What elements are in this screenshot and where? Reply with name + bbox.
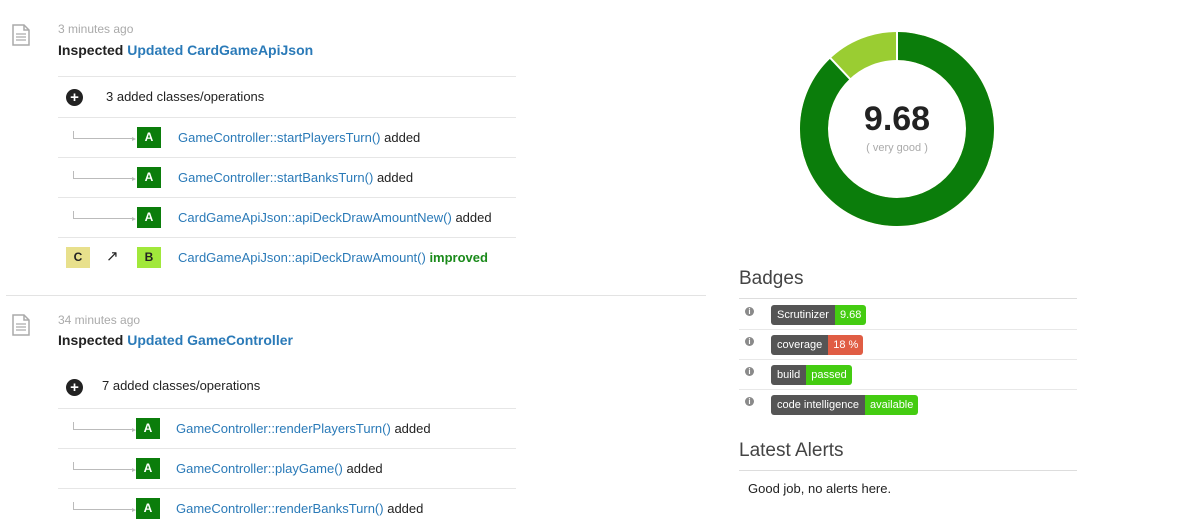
grade-badge: A (136, 458, 160, 479)
inspected-label: Inspected (58, 332, 124, 348)
timestamp: 34 minutes ago (58, 313, 141, 327)
badge-value: available (864, 395, 919, 415)
operation-link[interactable]: GameController::startBanksTurn() (178, 170, 373, 185)
build-badge[interactable]: build passed (771, 365, 852, 385)
operation-change: added (387, 501, 424, 516)
operation-text: CardGameApiJson::apiDeckDrawAmountNew() … (178, 210, 492, 225)
score-rating: ( very good ) (866, 142, 928, 154)
operation-row: A GameController::renderPlayersTurn() ad… (58, 408, 516, 448)
info-icon[interactable]: i (745, 337, 754, 346)
alerts-message: Good job, no alerts here. (748, 481, 892, 496)
operation-change: added (376, 170, 414, 185)
info-icon[interactable]: i (745, 397, 754, 406)
document-icon (12, 24, 30, 46)
operation-link[interactable]: CardGameApiJson::apiDeckDrawAmount() (178, 250, 426, 265)
grade-badge: B (137, 247, 161, 268)
inspection-link[interactable]: Updated GameController (127, 332, 293, 348)
operation-text: CardGameApiJson::apiDeckDrawAmount() imp… (178, 250, 488, 265)
badge-label: coverage (771, 335, 829, 355)
operation-text: GameController::startBanksTurn() added (178, 170, 413, 185)
badge-value: passed (806, 365, 852, 385)
operations-summary-row[interactable]: + 7 added classes/operations (58, 368, 516, 408)
operation-change: added (384, 130, 421, 145)
plus-circle-icon[interactable]: + (66, 89, 83, 106)
badge-row: i Scrutinizer 9.68 (739, 299, 1077, 330)
badge-row: i build passed (739, 359, 1077, 390)
operation-text: GameController::playGame() added (176, 461, 383, 476)
tree-branch-icon (73, 502, 136, 512)
grade-badge: A (137, 127, 161, 148)
badge-label: code intelligence (771, 395, 865, 415)
info-icon[interactable]: i (745, 367, 754, 376)
operations-list: + 3 added classes/operations A GameContr… (58, 76, 516, 277)
previous-grade-badge: C (66, 247, 90, 268)
grade-badge: A (136, 418, 160, 439)
inspection-headline: Inspected Updated CardGameApiJson (58, 42, 313, 58)
inspection-link[interactable]: Updated CardGameApiJson (127, 42, 313, 58)
operations-summary-row[interactable]: + 3 added classes/operations (58, 76, 516, 117)
score-value: 9.68 (863, 100, 931, 138)
operation-row: A GameController::playGame() added (58, 448, 516, 488)
operation-text: GameController::renderBanksTurn() added (176, 501, 423, 516)
badge-value: 18 % (828, 335, 864, 355)
grade-badge: A (137, 207, 161, 228)
operation-link[interactable]: GameController::renderPlayersTurn() (176, 421, 391, 436)
badge-label: Scrutinizer (771, 305, 835, 325)
timestamp: 3 minutes ago (58, 22, 134, 36)
badges-title: Badges (739, 268, 804, 289)
tree-branch-icon (73, 131, 136, 141)
operation-row: C ↗ B CardGameApiJson::apiDeckDrawAmount… (58, 237, 516, 277)
operation-change: added (346, 461, 383, 476)
badge-label: build (771, 365, 807, 385)
plus-circle-icon[interactable]: + (66, 379, 83, 396)
tree-branch-icon (73, 462, 136, 472)
operation-change: added (455, 210, 492, 225)
operations-summary: 7 added classes/operations (102, 378, 261, 393)
scrutinizer-badge[interactable]: Scrutinizer 9.68 (771, 305, 867, 325)
tree-branch-icon (73, 171, 136, 181)
operation-text: GameController::startPlayersTurn() added (178, 130, 420, 145)
badge-value: 9.68 (834, 305, 867, 325)
operation-link[interactable]: CardGameApiJson::apiDeckDrawAmountNew() (178, 210, 452, 225)
badge-row: i coverage 18 % (739, 329, 1077, 360)
operation-row: A CardGameApiJson::apiDeckDrawAmountNew(… (58, 197, 516, 237)
arrow-up-right-icon: ↗ (106, 248, 119, 265)
operation-change: added (394, 421, 431, 436)
coverage-badge[interactable]: coverage 18 % (771, 335, 864, 355)
feed-divider (6, 295, 706, 296)
operation-row: A GameController::renderBanksTurn() adde… (58, 488, 516, 528)
operation-row: A GameController::startBanksTurn() added (58, 157, 516, 197)
operation-text: GameController::renderPlayersTurn() adde… (176, 421, 431, 436)
grade-badge: A (136, 498, 160, 519)
code-intelligence-badge[interactable]: code intelligence available (771, 395, 919, 415)
operations-list: + 7 added classes/operations A GameContr… (58, 368, 516, 528)
operation-link[interactable]: GameController::renderBanksTurn() (176, 501, 384, 516)
alerts-divider (739, 470, 1077, 471)
tree-branch-icon (73, 422, 136, 432)
latest-alerts-title: Latest Alerts (739, 440, 844, 461)
inspected-label: Inspected (58, 42, 124, 58)
document-icon (12, 314, 30, 336)
grade-badge: A (137, 167, 161, 188)
info-icon[interactable]: i (745, 307, 754, 316)
operation-link[interactable]: GameController::startPlayersTurn() (178, 130, 381, 145)
operation-link[interactable]: GameController::playGame() (176, 461, 343, 476)
operations-summary: 3 added classes/operations (106, 89, 265, 104)
tree-branch-icon (73, 211, 136, 221)
operation-row: A GameController::startPlayersTurn() add… (58, 117, 516, 157)
operation-change: improved (429, 250, 488, 265)
inspection-headline: Inspected Updated GameController (58, 332, 293, 348)
badge-row: i code intelligence available (739, 389, 1077, 419)
